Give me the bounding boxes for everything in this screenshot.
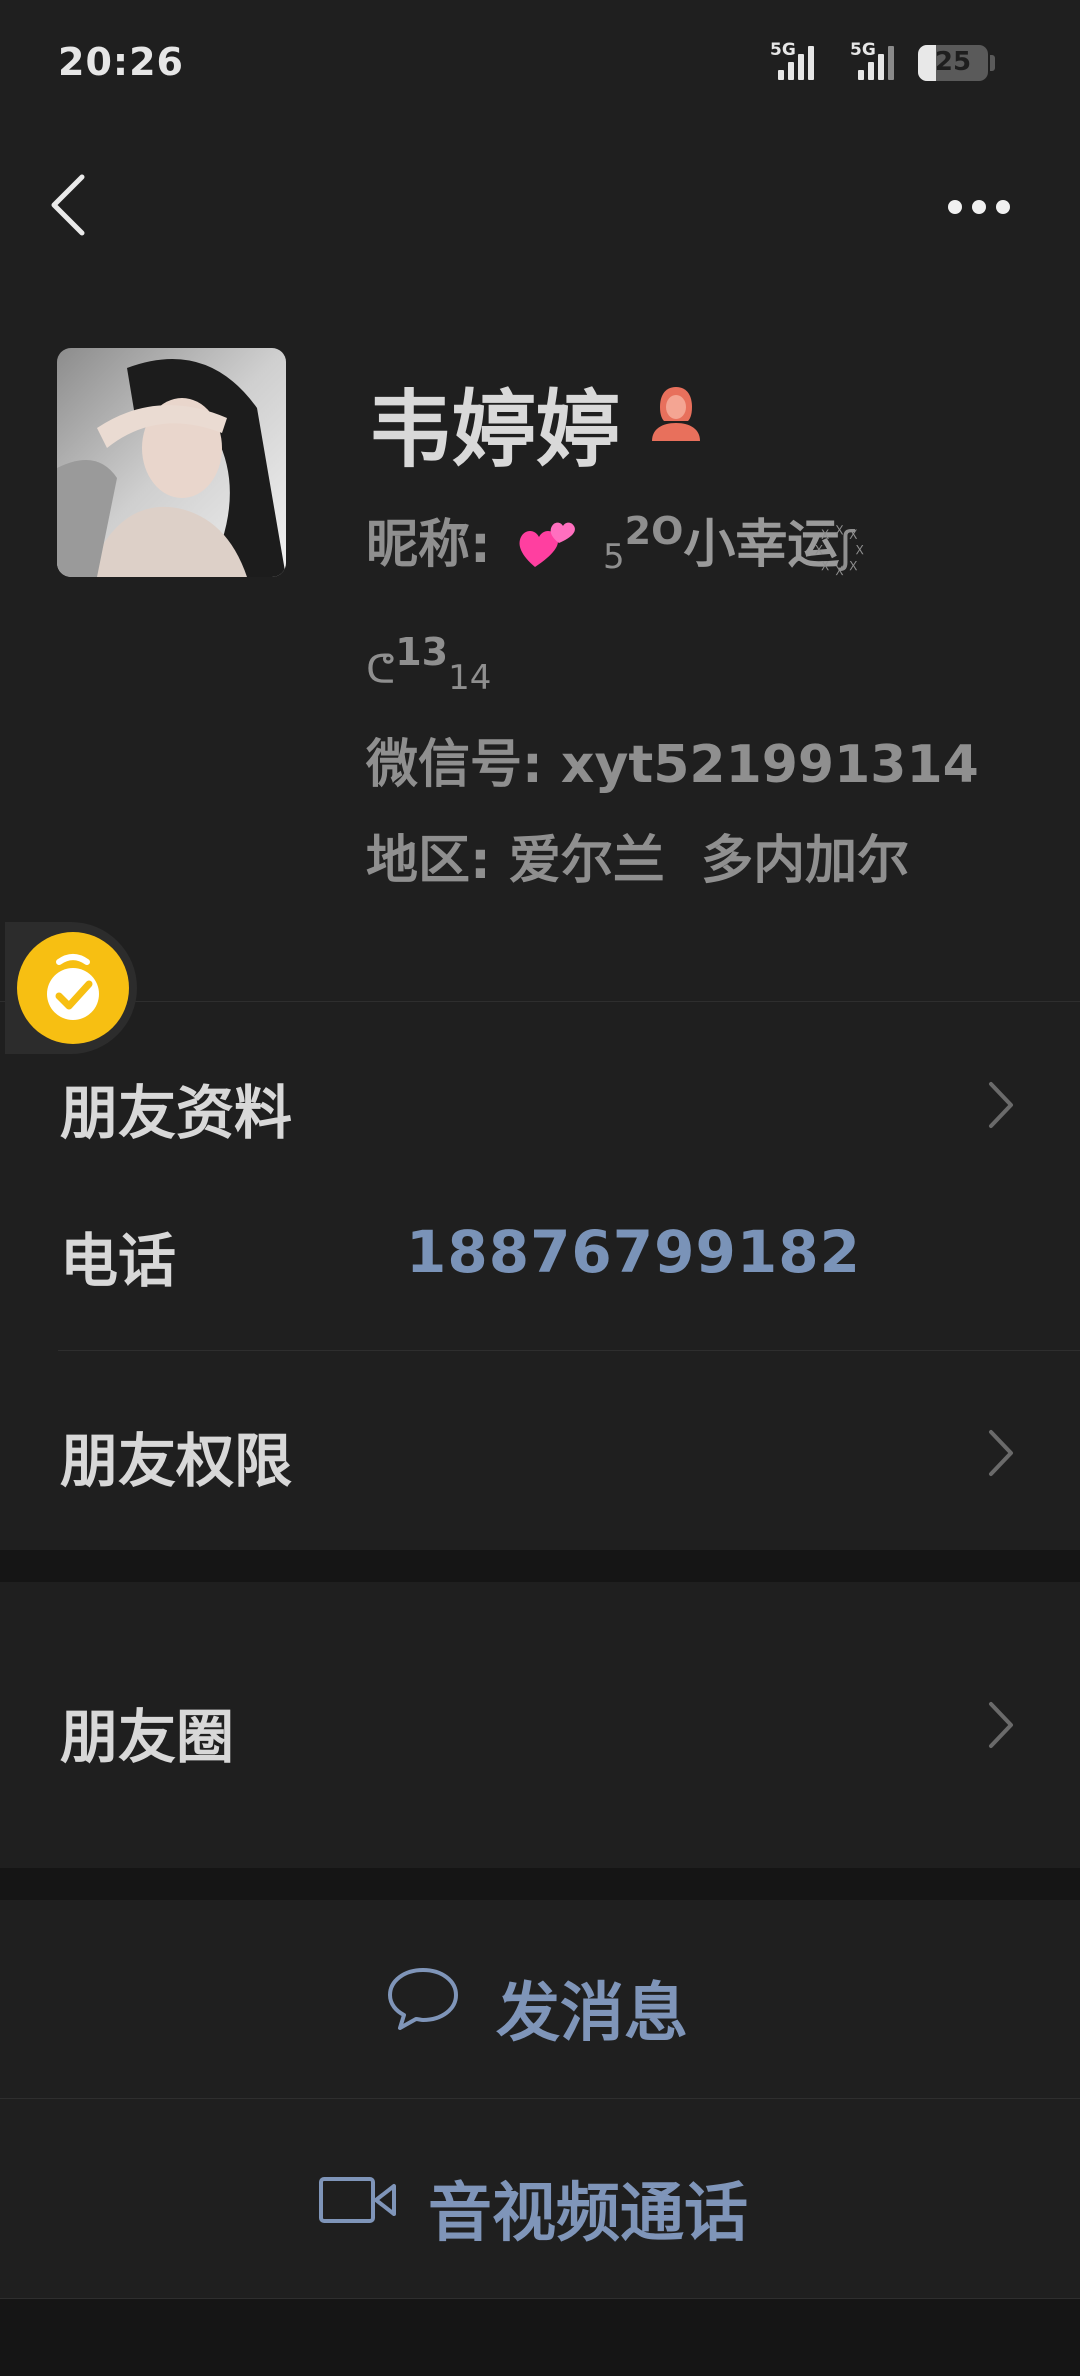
hearts-emoji-icon — [519, 522, 575, 567]
chevron-left-icon — [51, 174, 85, 236]
nickname-line: 昵称: 52O小幸运꙰ʃ — [366, 502, 854, 577]
status-time: 20:26 — [58, 40, 184, 84]
phone-label: 电话 — [60, 1227, 177, 1295]
wechat-id-label: 微信号: — [366, 735, 543, 795]
network-type-label: 5G — [770, 40, 796, 60]
display-name: 韦婷婷 — [368, 381, 621, 479]
divider — [0, 2098, 1080, 2099]
chevron-right-icon — [989, 1702, 1013, 1748]
avatar[interactable] — [57, 348, 286, 577]
friend-info-label: 朋友资料 — [60, 1079, 293, 1147]
female-user-icon — [648, 383, 704, 443]
battery-icon: 25 — [918, 45, 988, 81]
nickname-text: 小幸运 — [683, 515, 840, 575]
section-gap — [0, 1868, 1080, 1900]
bottom-area — [0, 2299, 1080, 2376]
friend-permissions-row[interactable]: 朋友权限 — [0, 1352, 1080, 1550]
nickname-line2-sup: 13 — [395, 630, 449, 674]
wechat-id-line[interactable]: 微信号: xyt521991314 — [366, 722, 979, 797]
region-line: 地区: 爱尔兰 多内加尔 — [366, 818, 909, 893]
nickname-sup: 2O — [624, 509, 684, 553]
wechat-id: xyt521991314 — [560, 735, 979, 795]
region-value: 爱尔兰 多内加尔 — [508, 831, 910, 891]
send-message-button[interactable]: 发消息 — [0, 1900, 1080, 2100]
network-type-label-2: 5G — [850, 40, 876, 60]
video-camera-icon — [319, 2177, 396, 2223]
chat-bubble-icon — [388, 1968, 458, 2030]
nickname-line2-lead: ᕦ — [366, 647, 396, 693]
nickname-tail: ꙰ʃ — [839, 522, 855, 573]
chevron-right-icon — [989, 1082, 1013, 1128]
more-dots-icon — [948, 200, 962, 214]
signal-icon-2: 5G — [850, 40, 910, 84]
chevron-right-icon — [989, 1430, 1013, 1476]
moments-label: 朋友圈 — [60, 1703, 235, 1771]
contact-profile-page: 20:26 5G 5G 25 韦婷婷 昵称: 52O小幸运꙰ʃ ᕦ1314 微信… — [0, 0, 1080, 2376]
nickname-label: 昵称: — [366, 515, 491, 575]
av-call-label: 音视频通话 — [428, 2177, 748, 2251]
section-gap — [0, 1550, 1080, 1582]
signal-icon: 5G — [770, 40, 830, 84]
nickname-line-continued: ᕦ1314 — [366, 630, 491, 698]
av-call-button[interactable]: 音视频通话 — [0, 2100, 1080, 2300]
nickname-sub: 5 — [603, 537, 625, 577]
status-bar: 20:26 5G 5G 25 — [0, 0, 1080, 130]
region-label: 地区: — [366, 831, 491, 891]
send-message-label: 发消息 — [496, 1977, 688, 2051]
moments-row[interactable]: 朋友圈 — [0, 1582, 1080, 1868]
divider — [58, 1350, 1080, 1351]
back-button[interactable] — [40, 165, 100, 245]
friend-info-row[interactable]: 朋友资料 — [0, 1002, 1080, 1202]
phone-number-link[interactable]: 18876799182 — [406, 1218, 861, 1286]
nickname-line2-sub: 14 — [448, 658, 492, 698]
friend-permissions-label: 朋友权限 — [60, 1427, 293, 1495]
battery-level: 25 — [934, 47, 972, 77]
avatar-photo — [57, 348, 286, 577]
more-options-button[interactable] — [930, 180, 1020, 230]
